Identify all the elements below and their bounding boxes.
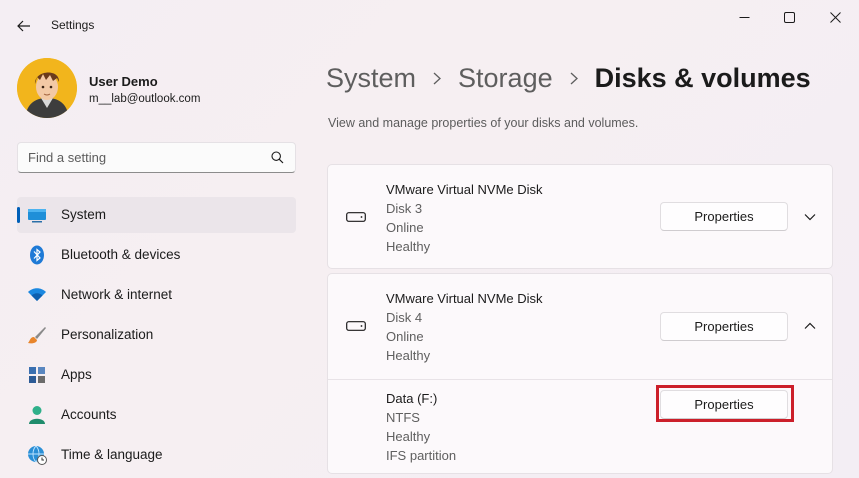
sidebar-item-label: Accounts — [61, 407, 117, 422]
collapse-button[interactable] — [802, 318, 818, 334]
breadcrumb-storage[interactable]: Storage — [458, 63, 553, 94]
divider — [328, 379, 832, 380]
back-button[interactable] — [10, 12, 38, 40]
selected-indicator — [17, 207, 20, 223]
disk-card[interactable]: VMware Virtual NVMe Disk Disk 4 Online H… — [327, 273, 833, 474]
sidebar-item-apps[interactable]: Apps — [17, 357, 296, 393]
apps-icon — [27, 365, 47, 385]
page-description: View and manage properties of your disks… — [328, 116, 639, 130]
volume-name: Data (F:) — [386, 391, 438, 406]
close-icon — [829, 11, 841, 23]
minimize-button[interactable] — [724, 4, 764, 30]
avatar[interactable] — [17, 58, 77, 118]
disk-status: Online — [386, 220, 424, 235]
chevron-down-icon — [804, 214, 816, 221]
system-icon — [27, 205, 47, 225]
sidebar-item-accounts[interactable]: Accounts — [17, 397, 296, 433]
paintbrush-icon — [27, 325, 47, 345]
maximize-icon — [783, 11, 795, 23]
breadcrumb: System Storage Disks & volumes — [326, 58, 811, 98]
breadcrumb-system[interactable]: System — [326, 63, 416, 94]
sidebar-item-bluetooth[interactable]: Bluetooth & devices — [17, 237, 296, 273]
time-language-icon — [27, 445, 47, 465]
highlight-box — [656, 385, 794, 422]
disk-name: VMware Virtual NVMe Disk — [386, 291, 543, 306]
title-bar: Settings — [0, 0, 859, 50]
disk-properties-button[interactable]: Properties — [660, 312, 788, 341]
sidebar-item-time-language[interactable]: Time & language — [17, 437, 296, 473]
page-title: Disks & volumes — [594, 62, 811, 93]
sidebar-item-personalization[interactable]: Personalization — [17, 317, 296, 353]
disk-number: Disk 3 — [386, 201, 423, 216]
user-name: User Demo — [89, 74, 158, 89]
bluetooth-icon — [27, 245, 47, 265]
search-input[interactable] — [28, 143, 258, 172]
wifi-icon — [27, 285, 47, 305]
sidebar-item-network[interactable]: Network & internet — [17, 277, 296, 313]
window-title: Settings — [51, 18, 95, 32]
chevron-right-icon — [416, 63, 458, 93]
sidebar-item-label: Bluetooth & devices — [61, 247, 181, 262]
expand-button[interactable] — [802, 209, 818, 225]
disk-status: Online — [386, 329, 424, 344]
sidebar-item-label: Time & language — [61, 447, 163, 462]
chevron-up-icon — [804, 322, 816, 329]
sidebar-item-label: Network & internet — [61, 287, 173, 302]
user-email: m__lab@outlook.com — [89, 93, 201, 105]
avatar-image — [17, 58, 77, 118]
search-icon[interactable] — [271, 151, 284, 164]
volume-type: IFS partition — [386, 448, 457, 463]
disk-name: VMware Virtual NVMe Disk — [386, 182, 543, 197]
close-button[interactable] — [815, 4, 855, 30]
disk-health: Healthy — [386, 348, 431, 363]
disk-properties-button[interactable]: Properties — [660, 202, 788, 231]
disk-number: Disk 4 — [386, 310, 423, 325]
volume-filesystem: NTFS — [386, 410, 420, 425]
chevron-right-icon — [553, 63, 595, 93]
maximize-button[interactable] — [769, 4, 809, 30]
sidebar-item-label: Apps — [61, 367, 92, 382]
volume-health: Healthy — [386, 429, 431, 444]
back-arrow-icon — [17, 20, 30, 32]
drive-icon — [346, 212, 366, 222]
sidebar-item-label: Personalization — [61, 327, 154, 342]
disk-health: Healthy — [386, 239, 431, 254]
search-box[interactable] — [17, 142, 296, 173]
sidebar-item-label: System — [61, 207, 107, 222]
disk-card[interactable]: VMware Virtual NVMe Disk Disk 3 Online H… — [327, 164, 833, 269]
accounts-icon — [27, 405, 47, 425]
minimize-icon — [739, 16, 749, 18]
drive-icon — [346, 321, 366, 331]
sidebar-item-system[interactable]: System — [17, 197, 296, 233]
volume-row: Data (F:) NTFS Healthy IFS partition — [386, 389, 456, 465]
